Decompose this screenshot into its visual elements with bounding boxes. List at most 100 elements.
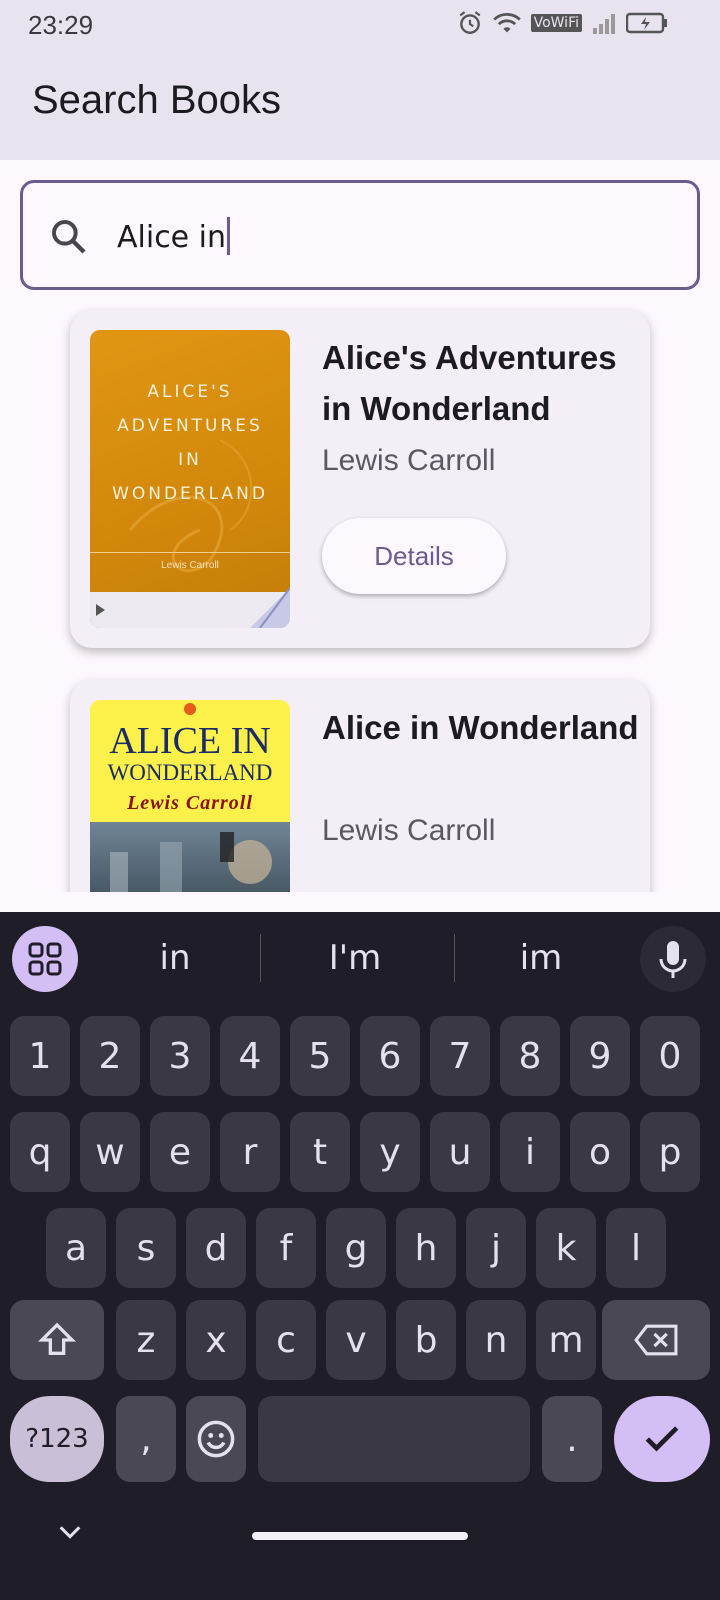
cover-title-line: ADVENTURES bbox=[117, 416, 263, 436]
book-card[interactable]: ALICE IN WONDERLAND Lewis Carroll Alice … bbox=[70, 680, 650, 892]
number-key[interactable]: 5 bbox=[290, 1016, 350, 1096]
symbols-key[interactable]: ?123 bbox=[10, 1396, 104, 1482]
shift-key[interactable] bbox=[10, 1300, 104, 1380]
comma-key[interactable]: , bbox=[116, 1396, 176, 1482]
number-key[interactable]: 8 bbox=[500, 1016, 560, 1096]
letter-key[interactable]: h bbox=[396, 1208, 456, 1288]
alarm-icon bbox=[459, 11, 480, 34]
backspace-key[interactable] bbox=[602, 1300, 710, 1380]
letter-key[interactable]: i bbox=[500, 1112, 560, 1192]
wifi-icon bbox=[492, 12, 521, 33]
status-bar: 23:29 VoWiFi bbox=[0, 0, 720, 50]
backspace-icon bbox=[634, 1324, 678, 1356]
cover-title-line: WONDERLAND bbox=[107, 760, 273, 785]
letter-key[interactable]: b bbox=[396, 1300, 456, 1380]
hide-keyboard-icon[interactable] bbox=[56, 1522, 84, 1542]
letter-key[interactable]: z bbox=[116, 1300, 176, 1380]
suggestion-divider bbox=[454, 934, 455, 982]
letter-key[interactable]: c bbox=[256, 1300, 316, 1380]
play-icon bbox=[96, 604, 105, 616]
soft-keyboard: in I'm im 1234567890 qwertyuiop asdfghjk… bbox=[0, 912, 720, 1600]
letter-key[interactable]: e bbox=[150, 1112, 210, 1192]
check-icon bbox=[645, 1426, 679, 1452]
cover-swirl bbox=[128, 439, 253, 573]
book-title: Alice in Wonderland bbox=[322, 709, 639, 746]
letter-key[interactable]: o bbox=[570, 1112, 630, 1192]
microphone-icon bbox=[659, 941, 687, 978]
space-key[interactable] bbox=[258, 1396, 530, 1482]
number-key[interactable]: 6 bbox=[360, 1016, 420, 1096]
letter-key[interactable]: g bbox=[326, 1208, 386, 1288]
letter-key[interactable]: q bbox=[10, 1112, 70, 1192]
letter-key[interactable]: s bbox=[116, 1208, 176, 1288]
emoji-key[interactable] bbox=[186, 1396, 246, 1482]
letter-key[interactable]: j bbox=[466, 1208, 526, 1288]
number-key[interactable]: 1 bbox=[10, 1016, 70, 1096]
cover-title-line: WONDERLAND bbox=[112, 484, 268, 504]
suggestion-item[interactable]: in bbox=[120, 938, 230, 978]
number-key[interactable]: 0 bbox=[640, 1016, 700, 1096]
voice-input-button[interactable] bbox=[640, 926, 706, 992]
letter-key[interactable]: n bbox=[466, 1300, 526, 1380]
cover-author: Lewis Carroll bbox=[161, 560, 219, 571]
letter-key[interactable]: p bbox=[640, 1112, 700, 1192]
letter-key[interactable]: w bbox=[80, 1112, 140, 1192]
keyboard-apps-button[interactable] bbox=[12, 926, 78, 992]
done-key[interactable] bbox=[614, 1396, 710, 1482]
signal-icon bbox=[593, 14, 615, 34]
book-cover: ALICE'S ADVENTURES IN WONDERLAND Lewis C… bbox=[90, 330, 290, 628]
letter-key[interactable]: a bbox=[46, 1208, 106, 1288]
letter-key[interactable]: r bbox=[220, 1112, 280, 1192]
emoji-icon bbox=[197, 1420, 235, 1458]
cover-illustration bbox=[90, 822, 290, 892]
details-button[interactable]: Details bbox=[322, 518, 506, 594]
letter-key[interactable]: d bbox=[186, 1208, 246, 1288]
search-input[interactable]: Alice in bbox=[117, 217, 231, 255]
book-author: Lewis Carroll bbox=[322, 814, 496, 847]
status-icons: VoWiFi bbox=[457, 10, 668, 36]
shift-icon bbox=[37, 1322, 77, 1355]
number-key[interactable]: 2 bbox=[80, 1016, 140, 1096]
book-card[interactable]: ALICE'S ADVENTURES IN WONDERLAND Lewis C… bbox=[70, 310, 650, 648]
status-time: 23:29 bbox=[28, 9, 94, 40]
cover-title-line: IN bbox=[178, 450, 202, 470]
cover-title-line: ALICE IN bbox=[109, 720, 271, 762]
cover-chess-scene bbox=[110, 832, 272, 892]
period-key[interactable]: . bbox=[542, 1396, 602, 1482]
battery-icon bbox=[626, 12, 667, 34]
number-key[interactable]: 7 bbox=[430, 1016, 490, 1096]
suggestion-item[interactable]: im bbox=[486, 938, 596, 978]
book-author: Lewis Carroll bbox=[322, 444, 496, 477]
search-value: Alice in bbox=[117, 220, 227, 255]
letter-key[interactable]: f bbox=[256, 1208, 316, 1288]
suggestion-item[interactable]: I'm bbox=[300, 938, 410, 978]
text-caret bbox=[227, 217, 231, 255]
number-key[interactable]: 3 bbox=[150, 1016, 210, 1096]
number-key[interactable]: 9 bbox=[570, 1016, 630, 1096]
cover-title-line: ALICE'S bbox=[147, 382, 233, 402]
letter-key[interactable]: t bbox=[290, 1112, 350, 1192]
letter-key[interactable]: x bbox=[186, 1300, 246, 1380]
page-curl-icon bbox=[250, 588, 290, 628]
home-indicator[interactable] bbox=[252, 1532, 468, 1540]
number-key[interactable]: 4 bbox=[220, 1016, 280, 1096]
search-icon bbox=[51, 220, 86, 254]
letter-key[interactable]: m bbox=[536, 1300, 596, 1380]
book-cover: ALICE IN WONDERLAND Lewis Carroll bbox=[90, 700, 290, 892]
vowifi-badge: VoWiFi bbox=[530, 14, 582, 32]
suggestion-divider bbox=[260, 934, 261, 982]
letter-key[interactable]: k bbox=[536, 1208, 596, 1288]
results-list[interactable]: ALICE'S ADVENTURES IN WONDERLAND Lewis C… bbox=[0, 300, 720, 892]
letter-key[interactable]: u bbox=[430, 1112, 490, 1192]
search-field[interactable]: Alice in bbox=[20, 180, 700, 290]
app-bar: Search Books bbox=[0, 50, 720, 160]
publisher-logo bbox=[184, 703, 196, 715]
page-title: Search Books bbox=[32, 78, 282, 122]
grid-icon bbox=[28, 942, 62, 976]
cover-divider bbox=[90, 552, 290, 553]
book-title: Alice's Adventures in Wonderland bbox=[322, 339, 617, 427]
cover-author: Lewis Carroll bbox=[127, 792, 253, 814]
letter-key[interactable]: y bbox=[360, 1112, 420, 1192]
letter-key[interactable]: v bbox=[326, 1300, 386, 1380]
letter-key[interactable]: l bbox=[606, 1208, 666, 1288]
